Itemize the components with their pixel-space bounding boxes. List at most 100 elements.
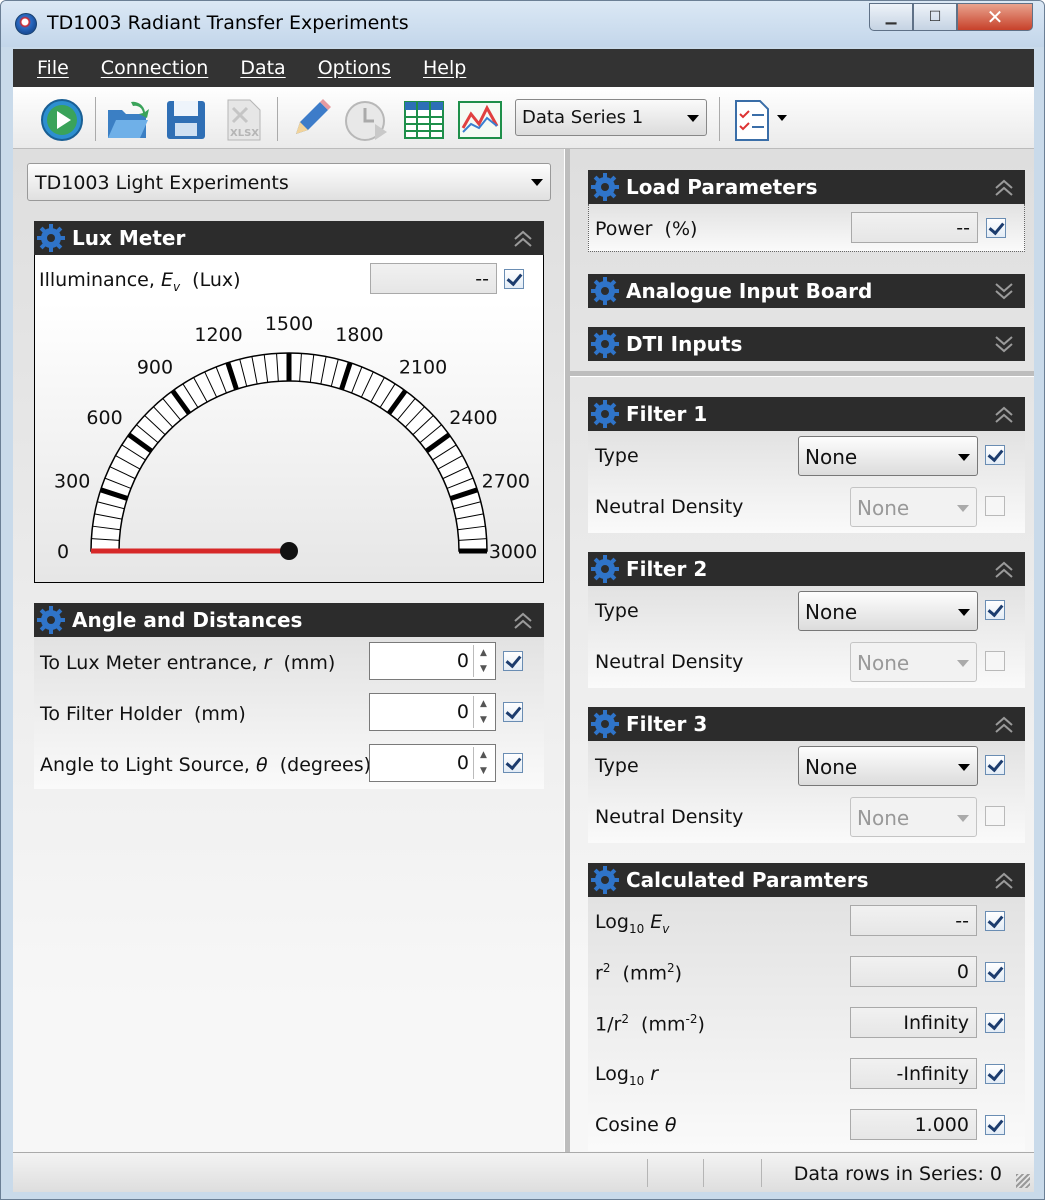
chevron-down-icon — [957, 505, 969, 512]
filter-1-nd-checkbox — [985, 496, 1005, 516]
inverse-r-squared-checkbox[interactable] — [985, 1013, 1005, 1033]
app-logo-icon — [15, 13, 37, 35]
expand-icon — [995, 336, 1013, 353]
log-r-checkbox[interactable] — [985, 1064, 1005, 1084]
filter-1-nd-select: None — [850, 487, 977, 527]
filter-holder-distance-checkbox[interactable] — [503, 702, 523, 722]
menu-options[interactable]: Options — [318, 57, 391, 79]
gauge-tick-label: 900 — [137, 357, 173, 379]
svg-text:XLSX: XLSX — [230, 128, 259, 139]
chevron-down-icon — [958, 609, 970, 616]
cosine-theta-label: Cosine θ — [595, 1114, 677, 1136]
report-dropdown-icon[interactable] — [777, 115, 787, 121]
angle-checkbox[interactable] — [503, 753, 523, 773]
filter-3-header[interactable]: Filter 3 — [588, 707, 1025, 741]
analogue-input-header[interactable]: Analogue Input Board — [588, 274, 1025, 308]
cosine-theta-checkbox[interactable] — [985, 1115, 1005, 1135]
r-squared-label: r2 (mm2) — [595, 961, 683, 985]
status-text: Data rows in Series: 0 — [793, 1163, 1002, 1185]
open-button[interactable] — [105, 97, 151, 143]
play-button[interactable] — [39, 97, 85, 143]
clock-icon — [345, 101, 387, 141]
angle-label: Angle to Light Source, θ (degrees) — [40, 754, 372, 776]
illuminance-checkbox[interactable] — [504, 269, 524, 289]
resize-grip-icon[interactable] — [1016, 1174, 1030, 1188]
report-button[interactable] — [729, 97, 775, 143]
maximize-button[interactable]: ☐ — [913, 3, 957, 31]
filter-2-header[interactable]: Filter 2 — [588, 552, 1025, 586]
edit-button[interactable] — [287, 97, 333, 143]
power-checkbox[interactable] — [986, 218, 1006, 238]
chevron-down-icon — [687, 115, 699, 122]
angle-distances-title: Angle and Distances — [72, 608, 303, 632]
chevron-down-icon — [958, 764, 970, 771]
gauge-tick-label: 3000 — [489, 541, 537, 563]
r-squared-value: 0 — [850, 956, 977, 987]
calculated-parameters-body: Log10 Ev -- r2 (mm2) 0 1/r2 (mm-2) Infin… — [588, 897, 1025, 1151]
data-series-select[interactable]: Data Series 1 — [515, 99, 707, 136]
xlsx-export-button[interactable]: XLSX — [221, 97, 267, 143]
lux-meter-header[interactable]: Lux Meter — [34, 221, 544, 255]
menu-file[interactable]: File — [37, 57, 69, 79]
filter-holder-distance-input[interactable]: 0 ▲ ▼ — [369, 693, 496, 731]
gauge-tick-label: 600 — [86, 407, 122, 429]
filter-1-title: Filter 1 — [626, 402, 708, 426]
r-squared-checkbox[interactable] — [985, 962, 1005, 982]
maximize-icon: ☐ — [928, 9, 942, 25]
cosine-theta-value: 1.000 — [850, 1109, 977, 1140]
open-folder-icon — [108, 101, 149, 138]
lux-meter-distance-input[interactable]: 0 ▲ ▼ — [369, 642, 496, 680]
menu-data[interactable]: Data — [240, 57, 285, 79]
menu-connection[interactable]: Connection — [101, 57, 209, 79]
save-button[interactable] — [163, 97, 209, 143]
filter-1-type-checkbox[interactable] — [985, 445, 1005, 465]
lux-meter-distance-checkbox[interactable] — [503, 651, 523, 671]
filter-2-nd-checkbox — [985, 651, 1005, 671]
gauge-hub — [280, 542, 298, 560]
pencil-icon — [296, 99, 331, 134]
minimize-button[interactable]: ▁ — [869, 3, 913, 31]
angle-distances-header[interactable]: Angle and Distances — [34, 603, 544, 637]
filter-1-nd-label: Neutral Density — [595, 496, 744, 518]
gear-icon — [591, 710, 619, 738]
chart-button[interactable] — [457, 97, 503, 143]
gear-icon — [591, 555, 619, 583]
dti-inputs-header[interactable]: DTI Inputs — [588, 327, 1025, 361]
filter-3-type-select[interactable]: None — [798, 746, 978, 786]
gear-icon — [37, 606, 65, 634]
angle-distances-body: To Lux Meter entrance, r (mm) 0 ▲ ▼ To Fil… — [34, 637, 544, 789]
illuminance-label: Illuminance, Ev (Lux) — [39, 269, 241, 294]
collapse-icon — [995, 872, 1013, 889]
spinner[interactable]: ▲ ▼ — [473, 645, 493, 677]
horizontal-splitter[interactable] — [570, 371, 1034, 377]
filter-1-header[interactable]: Filter 1 — [588, 397, 1025, 431]
filter-3-nd-label: Neutral Density — [595, 806, 744, 828]
filter-3-type-label: Type — [595, 755, 639, 777]
spin-down-icon: ▼ — [480, 664, 487, 674]
table-button[interactable] — [401, 97, 447, 143]
timer-button[interactable] — [343, 97, 389, 143]
filter-2-type-checkbox[interactable] — [985, 600, 1005, 620]
filter-2-type-select[interactable]: None — [798, 591, 978, 631]
spinner[interactable]: ▲ ▼ — [473, 696, 493, 728]
lux-gauge-dial: 0 300 600 900 1200 1500 1800 2100 2400 2700 3000 — [54, 313, 537, 563]
filter-1-type-label: Type — [595, 445, 639, 467]
toolbar: XLSX Data Series 1 — [13, 87, 1034, 149]
load-parameters-header[interactable]: Load Parameters — [588, 170, 1025, 204]
calculated-parameters-header[interactable]: Calculated Paramters — [588, 863, 1025, 897]
filter-3-type-checkbox[interactable] — [985, 755, 1005, 775]
lux-gauge: 0 300 600 900 1200 1500 1800 2100 2400 2700 3000 — [34, 303, 544, 583]
menu-help[interactable]: Help — [423, 57, 466, 79]
gear-icon — [37, 224, 65, 252]
log-ev-checkbox[interactable] — [985, 911, 1005, 931]
gauge-tick-label: 2400 — [449, 407, 497, 429]
close-button[interactable]: ✕ — [957, 3, 1033, 31]
angle-input[interactable]: 0 ▲ ▼ — [369, 744, 496, 782]
experiment-select[interactable]: TD1003 Light Experiments — [27, 163, 551, 201]
app-window: TD1003 Radiant Transfer Experiments ▁ ☐ … — [0, 0, 1045, 1200]
table-icon — [404, 101, 444, 139]
spinner[interactable]: ▲ ▼ — [473, 747, 493, 779]
filter-1-type-select[interactable]: None — [798, 436, 978, 476]
vertical-splitter[interactable] — [564, 149, 570, 1152]
filter-holder-distance-label: To Filter Holder (mm) — [40, 703, 246, 725]
